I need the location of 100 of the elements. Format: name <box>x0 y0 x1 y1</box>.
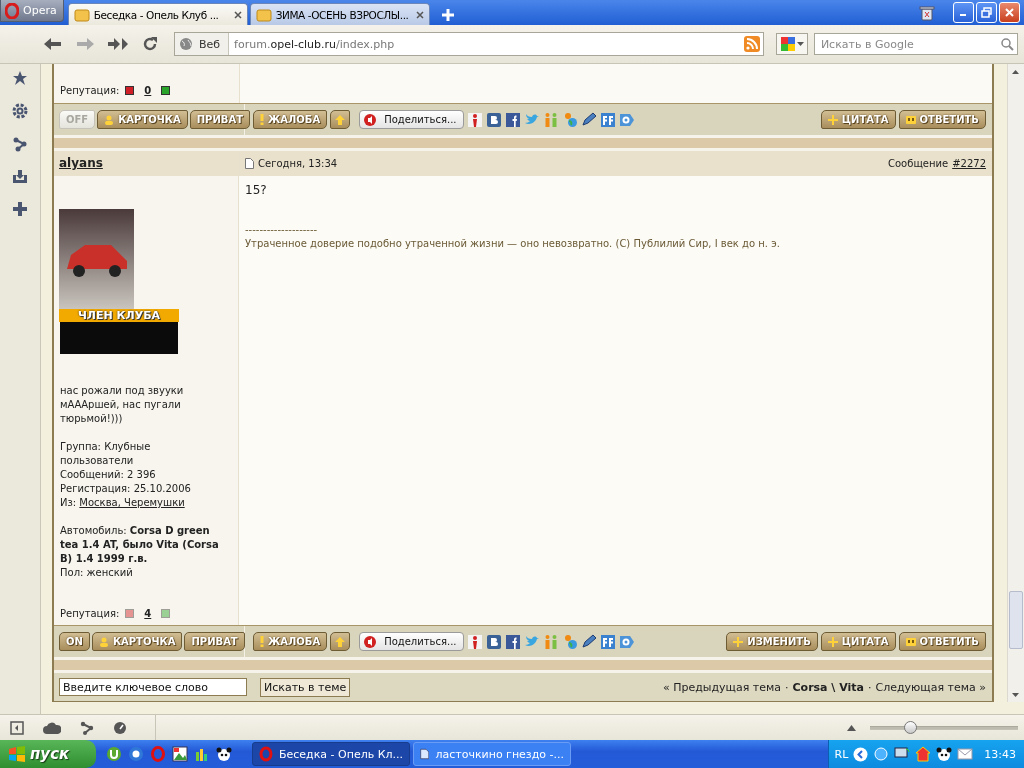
start-button[interactable]: пуск <box>0 740 96 768</box>
topic-link[interactable]: « Предыдущая тема <box>662 680 781 694</box>
minimize-button[interactable] <box>953 2 974 23</box>
location-link[interactable]: Москва, Черемушки <box>79 497 185 508</box>
panel-toggle-button[interactable] <box>10 720 24 735</box>
close-icon[interactable] <box>233 10 242 19</box>
report-button[interactable]: ЖАЛОБА <box>253 632 328 651</box>
language-indicator[interactable]: RL <box>834 747 849 761</box>
author-link[interactable]: alyans <box>54 156 103 170</box>
profile-field: Автомобиль: Corsa D green tea 1.4 AT, было Vita (Corsa B) 1.4 1999 г.в. <box>54 524 238 566</box>
member-banner: ЧЛЕН КЛУБА <box>59 309 179 322</box>
search-topic-button[interactable]: Искать в теме <box>260 677 351 697</box>
action-button[interactable]: ЦИТАТА <box>820 110 896 129</box>
speedometer-icon <box>113 720 127 735</box>
browser-tab[interactable]: Беседка - Опель Клуб ... <box>67 3 248 25</box>
post-date: Сегодня, 13:34 <box>258 158 338 169</box>
scroll-up-button[interactable] <box>330 632 351 651</box>
panda-icon <box>936 746 953 762</box>
minus-icon[interactable] <box>125 86 135 95</box>
settings-icon <box>12 103 28 119</box>
profile-field: Сообщений: 2 396 <box>54 468 238 482</box>
report-button[interactable]: ЖАЛОБА <box>253 110 328 129</box>
forward-arrow-icon <box>76 37 94 51</box>
chart-icon <box>194 746 210 762</box>
profile-field: Из: Москва, Черемушки <box>54 496 238 510</box>
tile-icon <box>485 633 502 650</box>
forum-title: Corsa \ Vita <box>792 680 864 694</box>
opera-menu-button[interactable]: Opera <box>0 0 64 22</box>
downloads-button[interactable] <box>12 169 28 185</box>
house-icon <box>915 746 932 762</box>
pencil-icon <box>580 633 597 650</box>
tile-icon <box>599 633 616 650</box>
cloud-button[interactable] <box>43 721 61 734</box>
tray-expand-button[interactable] <box>853 746 869 762</box>
back-button[interactable] <box>44 37 62 51</box>
caret-icon <box>796 42 804 46</box>
logo-icon <box>5 2 19 19</box>
share-button[interactable]: Поделиться... <box>359 632 464 651</box>
network-button[interactable] <box>80 720 94 735</box>
private-message-button[interactable]: ПРИВАТ <box>184 632 245 651</box>
url-text: forum.opel-club.ru/index.php <box>233 37 396 51</box>
add-panel-button[interactable] <box>13 202 27 216</box>
action-button[interactable]: ИЗМЕНИТЬ <box>726 632 818 651</box>
toggle-button[interactable]: ON <box>59 632 90 651</box>
search-engine-button[interactable] <box>776 33 808 55</box>
restore-button[interactable] <box>976 2 997 23</box>
browser-tab[interactable]: ЗИМА -ОСЕНЬ ВЗРОСЛЫ... <box>249 3 430 25</box>
keyword-field[interactable]: Введите ключевое слово <box>59 678 247 696</box>
private-message-button[interactable]: ПРИВАТ <box>189 110 250 129</box>
globe-icon <box>179 37 193 51</box>
reputation-label: Репутация: <box>60 85 120 96</box>
quote-icon <box>905 636 916 647</box>
taskbar-button[interactable]: ласточкино гнездо -... <box>413 742 571 766</box>
reputation-value[interactable]: 4 <box>144 608 152 619</box>
taskbar-button[interactable]: Беседка - Опель Кл... <box>252 742 410 766</box>
bookmarks-button[interactable] <box>12 70 28 86</box>
toggle-button[interactable]: OFF <box>59 110 96 129</box>
tile-icon <box>485 111 502 128</box>
separator: · <box>785 680 789 694</box>
person-icon <box>98 636 109 647</box>
close-icon[interactable] <box>415 10 424 19</box>
scroll-thumb[interactable] <box>1009 591 1023 649</box>
pencil-icon <box>580 111 597 128</box>
reload-button[interactable] <box>142 36 158 52</box>
scroll-up-button[interactable] <box>330 110 351 129</box>
reply-button[interactable]: ОТВЕТИТЬ <box>898 632 986 651</box>
topic-link[interactable]: Следующая тема » <box>875 680 986 694</box>
slider-thumb[interactable] <box>904 721 918 734</box>
close-button[interactable] <box>999 2 1020 23</box>
reply-button[interactable]: ОТВЕТИТЬ <box>898 110 986 129</box>
address-label: Веб <box>199 37 221 51</box>
logo-icon <box>259 746 273 762</box>
logo-icon <box>150 746 166 762</box>
profile-button[interactable]: КАРТОЧКА <box>97 110 188 129</box>
signature-text: Утраченное доверие подобно утраченной жизни — оно невозвратно. (C) Публилий Сир, I век до н. э. <box>245 238 781 249</box>
restore-icon <box>981 7 992 18</box>
view-menu-button[interactable] <box>847 724 856 731</box>
action-button[interactable]: ЦИТАТА <box>820 632 896 651</box>
tile-icon <box>504 633 521 650</box>
speaker-icon <box>364 635 379 648</box>
message-link[interactable]: #2272 <box>952 158 986 169</box>
share-panel-button[interactable] <box>12 136 28 152</box>
plus-icon <box>13 202 27 216</box>
reputation-label: Репутация: <box>60 608 120 619</box>
settings-button[interactable] <box>12 103 28 119</box>
fast-forward-button[interactable] <box>108 37 128 51</box>
squares-icon <box>780 37 795 51</box>
document-icon <box>245 158 254 169</box>
trash-icon <box>919 4 935 21</box>
plus-icon[interactable] <box>161 86 171 95</box>
share-button[interactable]: Поделиться... <box>359 110 464 129</box>
up-triangle-icon <box>847 724 856 731</box>
reputation-value[interactable]: 0 <box>144 85 152 96</box>
close-icon <box>1005 8 1014 17</box>
speed-button[interactable] <box>113 720 127 735</box>
scrollbar[interactable] <box>1007 64 1024 702</box>
trash-button[interactable] <box>919 4 935 21</box>
profile-button[interactable]: КАРТОЧКА <box>91 632 183 651</box>
figure-icon <box>466 633 483 650</box>
address-field[interactable]: Веб forum.opel-club.ru/index.php <box>174 32 765 56</box>
